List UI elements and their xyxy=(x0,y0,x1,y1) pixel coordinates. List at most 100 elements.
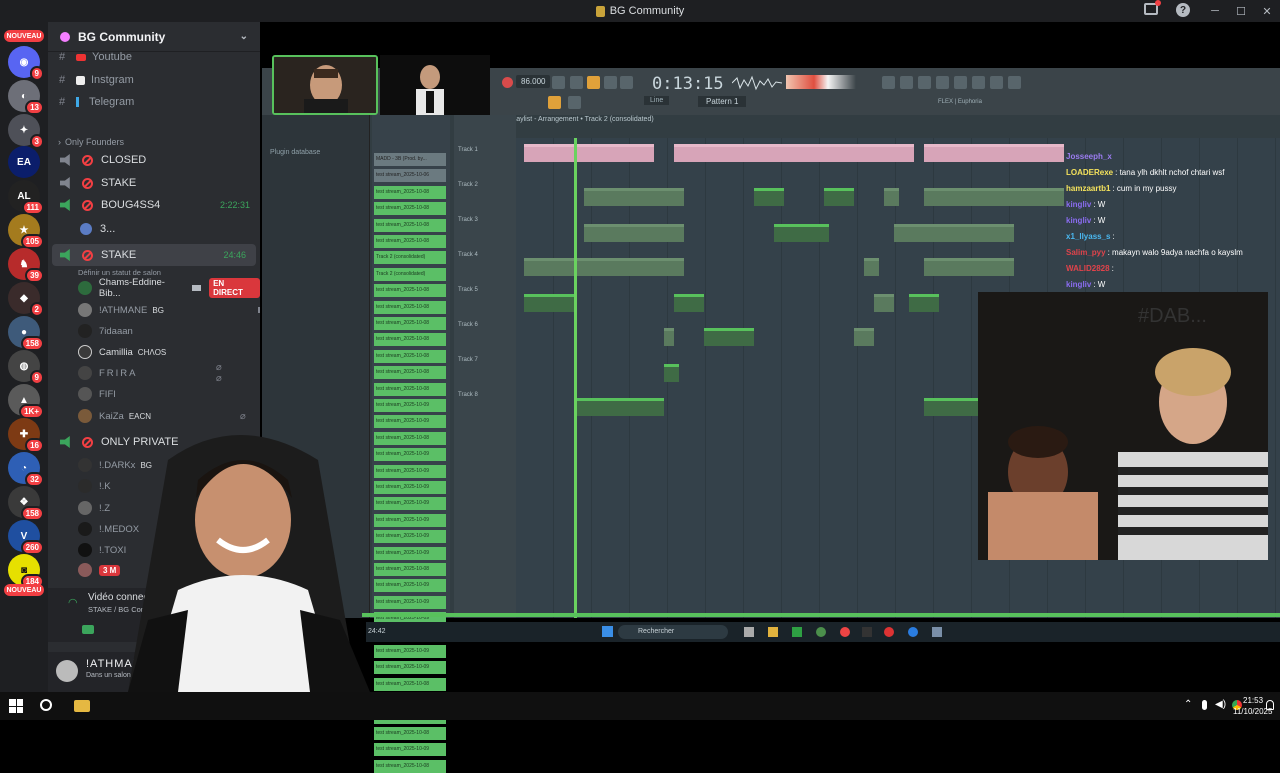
audio-clip[interactable] xyxy=(754,188,784,206)
audio-clip[interactable] xyxy=(909,294,939,312)
inbox-icon[interactable] xyxy=(1144,0,1161,15)
record-button[interactable] xyxy=(502,77,513,88)
undo-icon[interactable] xyxy=(882,76,895,89)
chat-username[interactable]: Salim_pyy xyxy=(1066,248,1106,257)
pattern-item[interactable]: test stream_2025-10-09 xyxy=(374,546,446,560)
audio-clip[interactable] xyxy=(884,188,899,206)
pattern-item[interactable]: test stream_2025-10-09 xyxy=(374,645,446,658)
audio-clip[interactable] xyxy=(924,144,1064,162)
plugin-database[interactable]: Plugin database xyxy=(270,149,320,156)
audio-clip[interactable] xyxy=(574,398,664,416)
file-explorer-icon[interactable] xyxy=(74,700,90,712)
chat-username[interactable]: kingliv xyxy=(1066,280,1091,289)
webcam-thumbnail[interactable] xyxy=(272,55,378,115)
pattern-item[interactable]: test stream_2025-10-08 xyxy=(374,284,446,298)
chat-username[interactable]: x1_llyass_s xyxy=(1066,232,1111,241)
pattern-item[interactable]: Track 2 (consolidated) xyxy=(374,251,446,265)
mic-icon[interactable] xyxy=(918,76,931,89)
voice-channel-stake[interactable]: STAKE xyxy=(48,172,260,194)
pattern-item[interactable]: test stream_2025-10-09 xyxy=(374,481,446,494)
question-icon[interactable] xyxy=(936,76,949,89)
track-label[interactable]: Track 7 xyxy=(458,357,478,363)
maximize-button[interactable]: ☐ xyxy=(1228,0,1254,22)
pattern-item[interactable]: test stream_2025-10-08 xyxy=(374,349,446,363)
download-icon[interactable] xyxy=(1008,76,1021,89)
audio-clip[interactable] xyxy=(824,188,854,206)
voice-channel-3[interactable]: 3... xyxy=(48,218,260,240)
server-icon[interactable]: ★ 105 xyxy=(8,214,44,249)
server-icon[interactable]: ✚ 16 xyxy=(8,418,44,453)
server-icon[interactable]: ◉ 9 xyxy=(8,46,44,81)
pattern-item[interactable]: test stream_2025-10-08 xyxy=(374,382,446,396)
export-icon[interactable] xyxy=(972,76,985,89)
countdown-icon[interactable] xyxy=(620,76,633,89)
audio-clip[interactable] xyxy=(524,294,574,312)
server-icon[interactable]: ✦ 3 xyxy=(8,114,44,149)
stop-icon[interactable] xyxy=(570,76,583,89)
pattern-item[interactable]: MADD - 3B (Prod. by... xyxy=(374,153,446,166)
clock-time[interactable]: 21:53 xyxy=(1243,696,1263,705)
chat-username[interactable]: WALID2828 xyxy=(1066,264,1110,273)
audio-clip[interactable] xyxy=(524,144,654,162)
server-icon[interactable]: ◍ 9 xyxy=(8,350,44,385)
pattern-item[interactable]: Track 2 (consolidated) xyxy=(374,267,446,281)
mode-select[interactable]: Line xyxy=(644,96,670,105)
chat-username[interactable]: kingliv xyxy=(1066,200,1091,209)
pattern-item[interactable]: test stream_2025-10-09 xyxy=(374,513,446,527)
windows-start-icon[interactable] xyxy=(9,699,23,713)
tray-chevron-icon[interactable]: ⌃ xyxy=(1184,699,1192,710)
track-label[interactable]: Track 3 xyxy=(458,217,478,223)
voice-user[interactable]: !.Z xyxy=(78,498,110,518)
track-label[interactable]: Track 2 xyxy=(458,182,478,188)
pattern-item[interactable]: test stream_2025-10-08 xyxy=(374,366,446,380)
channel-telegram[interactable]: # Telegram xyxy=(48,92,260,112)
close-button[interactable]: ✕ xyxy=(1254,0,1280,22)
chat-username[interactable]: LOADERexe xyxy=(1066,168,1113,177)
loop-icon[interactable] xyxy=(587,76,600,89)
pattern-item[interactable]: test stream_2025-10-09 xyxy=(374,661,446,675)
audio-clip[interactable] xyxy=(864,258,879,276)
pattern-item[interactable]: test stream_2025-10-09 xyxy=(374,464,446,478)
server-icon[interactable]: ◔ 32 xyxy=(8,452,44,487)
voice-channel-closed[interactable]: CLOSED xyxy=(48,149,260,171)
channel-youtube[interactable]: # Youtube xyxy=(48,47,260,67)
pattern-item[interactable]: test stream_2025-10-08 xyxy=(374,317,446,330)
voice-user[interactable]: FRIRA ⌀ ⌀ xyxy=(78,362,222,384)
voice-user[interactable]: !ATHMANE BG xyxy=(78,300,267,320)
server-icon[interactable]: ❖ 158 xyxy=(8,486,44,521)
cut-icon[interactable] xyxy=(900,76,913,89)
voice-user[interactable]: 7idaaan xyxy=(78,321,133,341)
avatar[interactable] xyxy=(56,660,78,682)
server-icon[interactable]: V 260 xyxy=(8,520,44,555)
bpm-display[interactable]: 86.000 xyxy=(516,75,551,88)
mic-icon[interactable] xyxy=(1202,700,1207,710)
pattern-item[interactable]: test stream_2025-10-09 xyxy=(374,448,446,462)
pattern-item[interactable]: test stream_2025-10-06 xyxy=(374,169,446,183)
pattern-item[interactable]: test stream_2025-10-08 xyxy=(374,185,446,199)
minimize-button[interactable]: ─ xyxy=(1202,0,1228,22)
help-icon[interactable]: ? xyxy=(1176,3,1190,17)
track-label[interactable]: Track 4 xyxy=(458,252,478,258)
chat-username[interactable]: Josseeph_x xyxy=(1066,152,1112,161)
pattern-item[interactable]: test stream_2025-10-09 xyxy=(374,579,446,593)
pattern-item[interactable]: test stream_2025-10-09 xyxy=(374,743,446,757)
server-icon[interactable]: ◐ 13 xyxy=(8,80,44,115)
audio-clip[interactable] xyxy=(674,144,914,162)
pencil-icon[interactable] xyxy=(568,96,581,109)
pattern-item[interactable]: test stream_2025-10-08 xyxy=(374,677,446,691)
audio-clip[interactable] xyxy=(894,224,1014,242)
voice-user[interactable]: Camillia CHɅOS xyxy=(78,342,166,362)
play-icon[interactable] xyxy=(552,76,565,89)
pattern-item[interactable]: test stream_2025-10-08 xyxy=(374,563,446,576)
audio-clip[interactable] xyxy=(524,258,684,276)
info-icon[interactable] xyxy=(990,76,1003,89)
audio-clip[interactable] xyxy=(854,328,874,346)
pattern-item[interactable]: test stream_2025-10-09 xyxy=(374,497,446,511)
playhead[interactable] xyxy=(574,138,577,618)
server-icon[interactable]: ♞ 39 xyxy=(8,248,44,283)
camera-icon[interactable] xyxy=(82,625,94,634)
audio-clip[interactable] xyxy=(664,364,679,382)
metronome-icon[interactable] xyxy=(604,76,617,89)
chat-username[interactable]: hamzaartb1 xyxy=(1066,184,1110,193)
voice-user[interactable]: Chams-Eddine-Bib... EN DIRECT xyxy=(78,277,260,299)
